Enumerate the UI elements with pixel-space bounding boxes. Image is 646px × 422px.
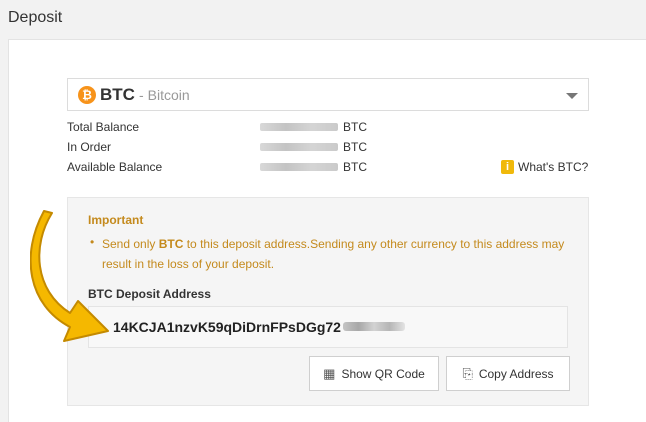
- notice-prefix: Send only: [102, 237, 159, 251]
- page-title: Deposit: [8, 9, 63, 26]
- currency-select[interactable]: ₿ BTC - Bitcoin: [67, 78, 589, 111]
- important-notice: Send only BTC to this deposit address.Se…: [102, 234, 572, 274]
- available-balance-value-redacted: [260, 163, 338, 171]
- currency-code: BTC: [100, 84, 135, 104]
- currency-separator: -: [138, 86, 144, 103]
- notice-currency: BTC: [158, 237, 184, 251]
- total-balance-label: Total Balance: [67, 120, 140, 134]
- currency-name: Bitcoin: [147, 86, 190, 103]
- in-order-label: In Order: [67, 140, 112, 154]
- important-title: Important: [88, 213, 144, 227]
- total-balance-unit: BTC: [343, 120, 367, 134]
- show-qr-code-label: Show QR Code: [341, 366, 425, 381]
- copy-address-label: Copy Address: [478, 366, 554, 381]
- in-order-value-redacted: [260, 143, 338, 151]
- available-balance-unit: BTC: [343, 160, 367, 174]
- in-order-unit: BTC: [343, 140, 367, 154]
- whats-btc-label: What's BTC?: [518, 160, 589, 174]
- copy-address-button[interactable]: ⎘ Copy Address: [446, 356, 570, 391]
- info-icon: i: [501, 160, 514, 174]
- important-bullet: •: [90, 235, 95, 249]
- bitcoin-coin-icon: ₿: [78, 85, 96, 104]
- qr-code-icon: ▦: [323, 365, 336, 381]
- show-qr-code-button[interactable]: ▦ Show QR Code: [309, 356, 439, 391]
- chevron-down-icon[interactable]: [566, 93, 578, 99]
- copy-icon: ⎘: [462, 365, 473, 381]
- total-balance-value-redacted: [260, 123, 338, 131]
- available-balance-label: Available Balance: [67, 160, 163, 174]
- whats-btc-link[interactable]: i What's BTC?: [501, 160, 588, 174]
- deposit-address-value[interactable]: 14KCJA1nzvK59qDiDrnFPsDGg72: [113, 319, 341, 335]
- deposit-address-label: BTC Deposit Address: [88, 287, 211, 301]
- deposit-address-redacted: [343, 322, 405, 331]
